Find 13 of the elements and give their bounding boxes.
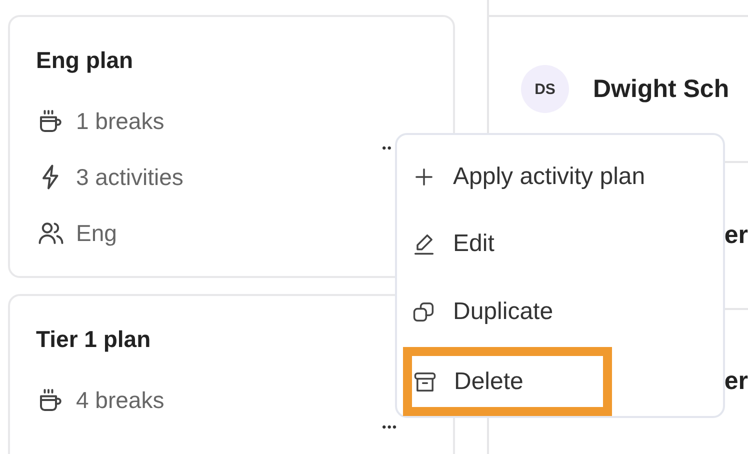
- plan-detail: Eng: [76, 220, 117, 246]
- person-name: er: [724, 220, 748, 250]
- person-name: Dwight Sch: [593, 74, 730, 104]
- person-name: er: [724, 367, 748, 396]
- more-button[interactable]: ••: [382, 141, 392, 155]
- more-button[interactable]: •••: [382, 420, 398, 434]
- plan-title: Eng plan: [36, 47, 134, 75]
- plan-detail: 1 breaks: [76, 108, 164, 134]
- plan-title: Tier 1 plan: [36, 326, 152, 354]
- menu-item[interactable]: Delete: [403, 347, 612, 416]
- plan-detail: 3 activities: [76, 164, 184, 190]
- plan-detail: 4 breaks: [76, 386, 164, 414]
- avatar-initials: DS: [521, 65, 569, 114]
